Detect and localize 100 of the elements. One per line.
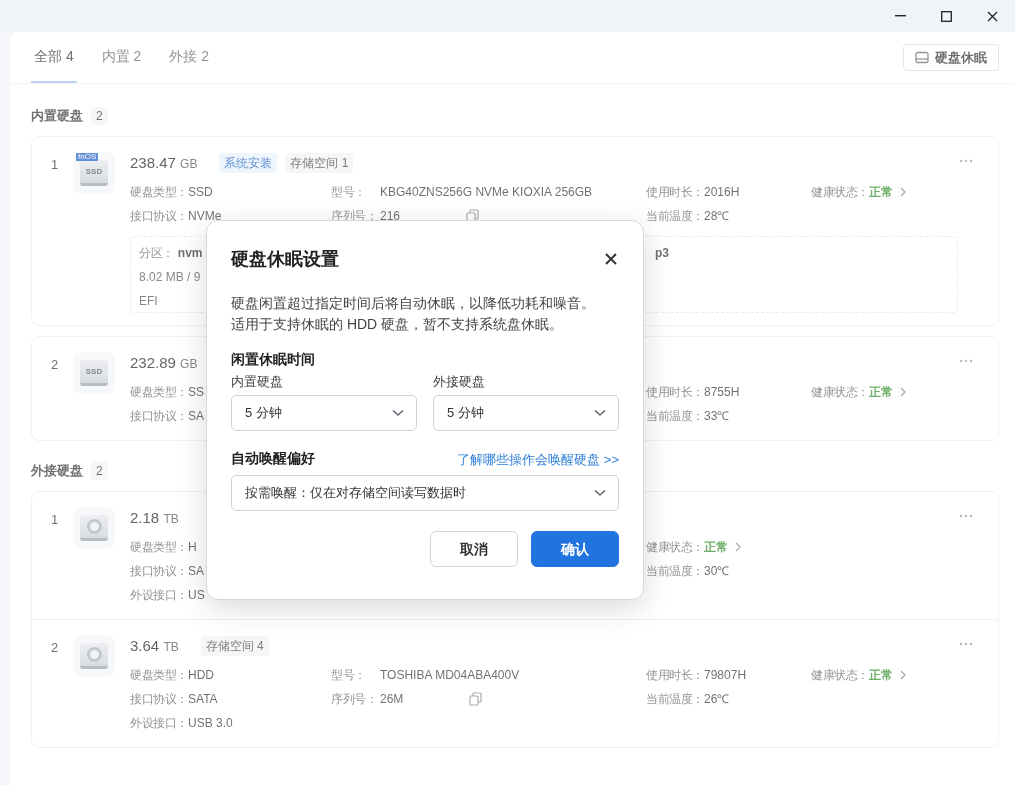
os-badge: fnOS (76, 153, 99, 161)
field-value: HDD (188, 667, 214, 684)
chevron-right-icon (899, 187, 907, 197)
field-value: SA (188, 563, 205, 580)
disk-index: 1 (51, 156, 60, 172)
field-label: 外设接口： (130, 715, 188, 732)
field-value: US (188, 587, 205, 604)
chevron-right-icon (734, 542, 742, 552)
field-value: TOSHIBA MD04ABA400V (380, 667, 520, 684)
field-label: 健康状态： (811, 384, 869, 401)
field-label: 分区： (139, 245, 174, 262)
disk-index: 2 (51, 639, 60, 655)
minimize-icon (894, 15, 906, 17)
field-label: 使用时长： (646, 184, 704, 201)
close-icon (605, 253, 617, 265)
disk-sleep-button[interactable]: 硬盘休眠 (903, 44, 999, 71)
partition-type: EFI (139, 293, 158, 310)
field-label: 内置硬盘 (231, 373, 284, 391)
partition-name: nvm (177, 245, 203, 262)
disk-size: 238.47 GB (130, 152, 198, 173)
chevron-down-icon (594, 409, 606, 417)
field-label: 接口协议： (130, 563, 188, 580)
tag: 系统安装 (219, 153, 278, 173)
field-value: 26M (380, 691, 404, 708)
more-icon (958, 513, 974, 519)
dropdown[interactable]: 5 分钟 (433, 395, 619, 431)
dropdown[interactable]: 5 分钟 (231, 395, 417, 431)
tab[interactable]: 全部 4 (31, 32, 77, 83)
disk-size: 2.18 TB (130, 507, 179, 528)
health-status: 正常 (704, 539, 728, 556)
field-label: 硬盘类型： (130, 384, 188, 401)
field-value: SA (188, 408, 205, 425)
tag: 存储空间 1 (285, 153, 354, 173)
maximize-icon (940, 10, 952, 22)
field-label: 使用时长： (646, 384, 704, 401)
field-value: SSD (188, 184, 213, 201)
field-label: 健康状态： (811, 667, 869, 684)
disk-index: 1 (51, 511, 60, 527)
field-label: 外接硬盘 (433, 373, 486, 391)
close-button[interactable] (603, 251, 619, 267)
more-icon (958, 158, 974, 164)
chevron-right-icon (899, 670, 907, 680)
tag: 存储空间 4 (200, 636, 269, 656)
disk-size: 232.89 GB (130, 352, 198, 373)
cancel-button[interactable]: 取消 (430, 531, 518, 567)
field-value: 28℃ (704, 208, 730, 225)
chevron-right-icon (899, 387, 907, 397)
more-icon (958, 358, 974, 364)
chevron-down-icon (392, 409, 404, 417)
field-label: 型号： (331, 667, 367, 684)
partition-name: p3 (655, 245, 669, 262)
dialog-title: 硬盘休眠设置 (231, 247, 339, 271)
dialog-description: 硬盘闲置超过指定时间后将自动休眠，以降低功耗和噪音。适用于支持休眠的 HDD 硬盘，暂不支持系统盘休眠。 (231, 294, 596, 334)
partition-usage: 8.02 MB / 9 (139, 269, 201, 286)
field-label: 接口协议： (130, 208, 188, 225)
health-status: 正常 (869, 184, 893, 201)
field-label: 当前温度： (646, 691, 704, 708)
field-label: 当前温度： (646, 408, 704, 425)
copy-icon[interactable] (469, 692, 483, 706)
field-label: 当前温度： (646, 208, 704, 225)
field-label: 使用时长： (646, 667, 704, 684)
dropdown[interactable]: 按需唤醒：仅在对存储空间读写数据时 (231, 475, 619, 511)
field-label: 接口协议： (130, 691, 188, 708)
section-title: 内置硬盘 (31, 107, 83, 126)
field-value: 30℃ (704, 563, 730, 580)
field-label: 当前温度： (646, 563, 704, 580)
field-value: SATA (188, 691, 218, 708)
field-label: 硬盘类型： (130, 667, 188, 684)
field-value: NVMe (188, 208, 222, 225)
field-label: 硬盘类型： (130, 539, 188, 556)
field-value: SS (188, 384, 205, 401)
health-status: 正常 (869, 667, 893, 684)
field-label: 型号： (331, 184, 367, 201)
chevron-down-icon (594, 489, 606, 497)
field-value: 2016H (704, 184, 740, 201)
field-label: 硬盘类型： (130, 184, 188, 201)
help-link[interactable]: 了解哪些操作会唤醒硬盘 >> (457, 449, 619, 469)
field-value: 33℃ (704, 408, 730, 425)
count-badge: 2 (91, 107, 108, 125)
field-value: KBG40ZNS256G NVMe KIOXIA 256GB (380, 184, 593, 201)
health-status: 正常 (869, 384, 893, 401)
field-value: 8755H (704, 384, 740, 401)
count-badge: 2 (91, 462, 108, 480)
more-icon (958, 641, 974, 647)
section-title: 外接硬盘 (31, 462, 83, 481)
field-label: 健康状态： (811, 184, 869, 201)
drive-label: SSD (85, 167, 103, 176)
field-label: 序列号： (331, 691, 379, 708)
section-heading: 闲置休眠时间 (231, 350, 316, 369)
drive-label: SSD (85, 367, 103, 376)
field-value: 26℃ (704, 691, 730, 708)
tab[interactable]: 内置 2 (98, 32, 145, 83)
field-value: USB 3.0 (188, 715, 233, 732)
tab[interactable]: 外接 2 (166, 32, 213, 83)
disk-size: 3.64 TB (130, 635, 179, 656)
section-heading: 自动唤醒偏好 (231, 449, 315, 468)
field-value: 216 (380, 208, 401, 225)
field-value: 79807H (704, 667, 747, 684)
field-label: 健康状态： (646, 539, 704, 556)
confirm-button[interactable]: 确认 (531, 531, 619, 567)
